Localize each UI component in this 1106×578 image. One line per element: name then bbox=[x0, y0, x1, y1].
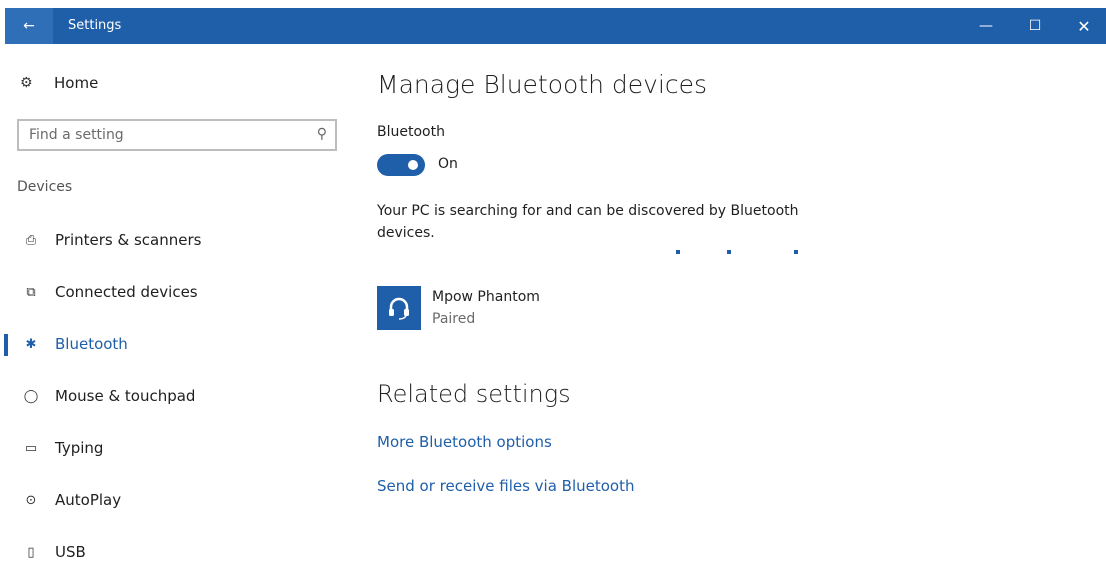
page-title: Manage Bluetooth devices bbox=[377, 70, 708, 99]
maximize-button[interactable]: ☐ bbox=[1012, 8, 1058, 44]
bluetooth-label: Bluetooth bbox=[377, 124, 445, 140]
section-label-devices: Devices bbox=[17, 179, 73, 195]
more-bluetooth-options-link[interactable]: More Bluetooth options bbox=[377, 433, 552, 451]
keyboard-icon: ▭ bbox=[24, 440, 38, 456]
active-indicator bbox=[4, 334, 8, 356]
sidebar-nav: ⎙ Printers & scanners ⧉ Connected device… bbox=[0, 214, 350, 578]
minimize-icon: — bbox=[979, 18, 993, 34]
search-box: ⚲ bbox=[17, 119, 337, 151]
sidebar-item-label: Mouse & touchpad bbox=[55, 387, 196, 405]
maximize-icon: ☐ bbox=[1028, 18, 1042, 34]
sidebar-item-autoplay[interactable]: ⊙ AutoPlay bbox=[0, 474, 350, 526]
device-name: Mpow Phantom bbox=[432, 289, 540, 305]
printer-icon: ⎙ bbox=[25, 232, 37, 248]
usb-icon: ▯ bbox=[27, 544, 35, 560]
headset-icon-svg bbox=[389, 297, 409, 320]
search-input[interactable] bbox=[19, 121, 299, 149]
main-content: Manage Bluetooth devices Bluetooth On Yo… bbox=[377, 44, 1077, 562]
bluetooth-icon: ✱ bbox=[25, 336, 37, 352]
connected-devices-icon: ⧉ bbox=[26, 284, 36, 300]
device-status: Paired bbox=[432, 311, 476, 327]
toggle-state-label: On bbox=[438, 156, 458, 172]
sidebar: ⚙ Home ⚲ Devices ⎙ Printers & scanners ⧉… bbox=[0, 44, 350, 562]
progress-dot bbox=[676, 250, 680, 254]
sidebar-item-typing[interactable]: ▭ Typing bbox=[0, 422, 350, 474]
back-button[interactable]: ← bbox=[5, 8, 53, 44]
progress-dot bbox=[794, 250, 798, 254]
title-bar: ← Settings — ☐ ✕ bbox=[5, 8, 1106, 44]
sidebar-item-mouse-touchpad[interactable]: ◯ Mouse & touchpad bbox=[0, 370, 350, 422]
search-icon[interactable]: ⚲ bbox=[317, 126, 327, 142]
sidebar-item-label: USB bbox=[55, 543, 86, 561]
home-label: Home bbox=[54, 74, 99, 92]
discovery-status-text: Your PC is searching for and can be disc… bbox=[377, 203, 799, 241]
headset-icon bbox=[377, 286, 421, 330]
sidebar-item-connected-devices[interactable]: ⧉ Connected devices bbox=[0, 266, 350, 318]
sidebar-item-label: AutoPlay bbox=[55, 491, 122, 509]
sidebar-item-bluetooth[interactable]: ✱ Bluetooth bbox=[0, 318, 350, 370]
sidebar-item-usb[interactable]: ▯ USB bbox=[0, 526, 350, 578]
autoplay-icon: ⊙ bbox=[25, 492, 37, 508]
progress-dot bbox=[727, 250, 731, 254]
bluetooth-toggle[interactable] bbox=[377, 154, 425, 176]
device-text: Mpow Phantom Paired bbox=[432, 289, 540, 330]
close-button[interactable]: ✕ bbox=[1061, 8, 1106, 44]
mouse-icon: ◯ bbox=[23, 388, 39, 404]
send-receive-files-link[interactable]: Send or receive files via Bluetooth bbox=[377, 477, 635, 495]
toggle-knob bbox=[408, 160, 418, 170]
close-icon: ✕ bbox=[1077, 16, 1091, 36]
related-settings-heading: Related settings bbox=[377, 380, 571, 408]
sidebar-item-printers-scanners[interactable]: ⎙ Printers & scanners bbox=[0, 214, 350, 266]
minimize-button[interactable]: — bbox=[963, 8, 1009, 44]
sidebar-item-label: Connected devices bbox=[55, 283, 198, 301]
sidebar-item-label: Printers & scanners bbox=[55, 231, 202, 249]
back-arrow-icon: ← bbox=[23, 18, 35, 34]
window-title: Settings bbox=[68, 18, 122, 33]
device-item[interactable]: Mpow Phantom Paired bbox=[377, 286, 540, 330]
sidebar-item-home[interactable]: ⚙ Home bbox=[20, 74, 98, 92]
gear-icon: ⚙ bbox=[20, 75, 33, 91]
sidebar-item-label: Typing bbox=[55, 439, 104, 457]
sidebar-item-label: Bluetooth bbox=[55, 335, 128, 353]
